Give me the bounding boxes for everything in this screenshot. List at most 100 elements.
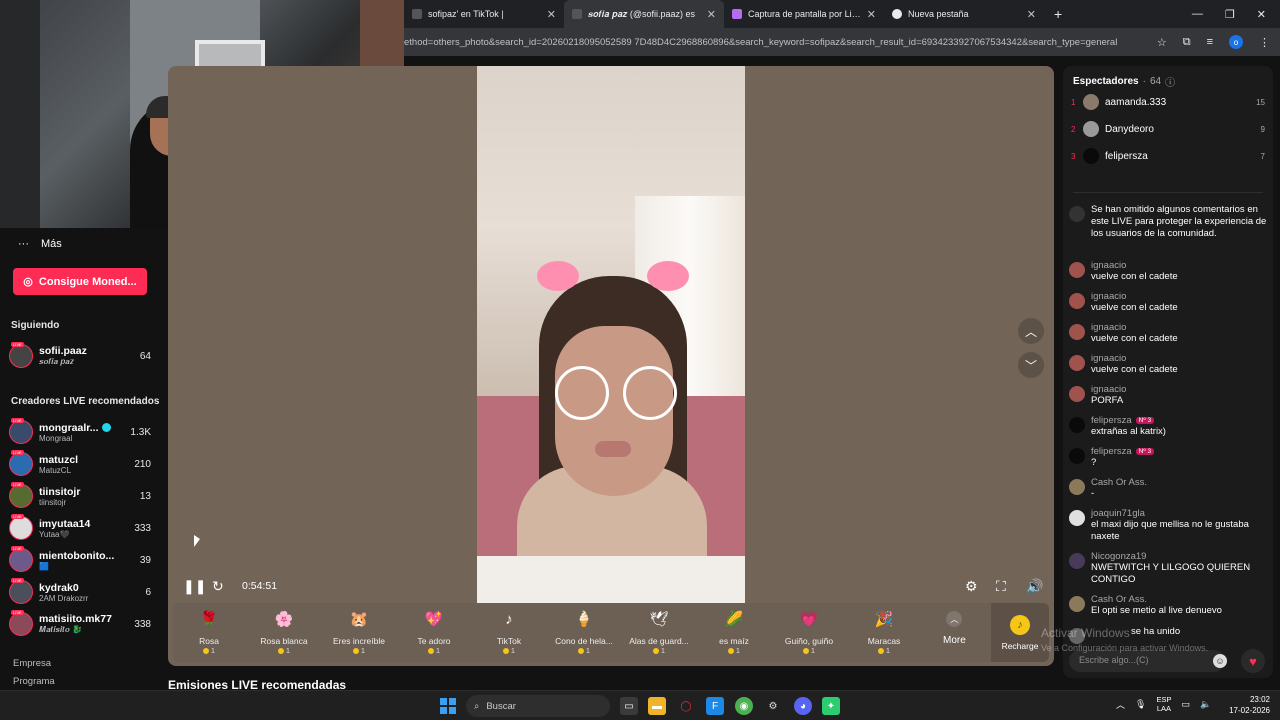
browser-tab[interactable]: Captura de pantalla por Lightsh ✕: [724, 0, 884, 28]
gift-name: Eres increíble: [333, 636, 385, 646]
chat-username[interactable]: Nicogonza19: [1091, 551, 1146, 562]
following-item[interactable]: LIVE sofii.paaz 𝒔𝒐𝒇𝒊𝒂 𝒑𝒂𝒛 64: [9, 342, 151, 370]
chat-username[interactable]: joaquin71gla: [1091, 508, 1145, 519]
browser-tab[interactable]: Nueva pestaña ✕: [884, 0, 1044, 28]
close-window-icon[interactable]: ✕: [1257, 8, 1266, 21]
url-field[interactable]: ethod=others_photo&search_id=20260218095…: [404, 37, 1147, 48]
recommended-creator-item[interactable]: LIVE imyutaa14 Yutaa🖤 333: [9, 514, 151, 542]
media-icon[interactable]: ≡: [1207, 36, 1213, 48]
profile-avatar-icon[interactable]: o: [1229, 35, 1243, 49]
opera-icon[interactable]: ◯: [677, 697, 695, 715]
chat-username[interactable]: felipersza: [1091, 415, 1132, 426]
app-green-icon[interactable]: ✦: [822, 697, 840, 715]
top-viewer-item[interactable]: 3 felipersza 7: [1071, 146, 1265, 166]
close-tab-icon[interactable]: ✕: [707, 8, 716, 21]
gift-item[interactable]: 🍦 Cono de hela... 1: [548, 607, 620, 659]
recommended-creator-item[interactable]: LIVE matuzcl MatuzCL 210: [9, 450, 151, 478]
previous-live-button[interactable]: ︿: [1018, 318, 1044, 344]
live-video[interactable]: [477, 66, 745, 603]
avatar[interactable]: [1069, 355, 1085, 371]
next-live-button[interactable]: ﹀: [1018, 352, 1044, 378]
close-tab-icon[interactable]: ✕: [1027, 8, 1036, 21]
minimize-icon[interactable]: —: [1192, 8, 1203, 21]
like-heart-button[interactable]: ♥: [1241, 649, 1265, 673]
chat-input[interactable]: Escribe algo...(C): [1069, 650, 1225, 672]
close-tab-icon[interactable]: ✕: [547, 8, 556, 21]
chat-username[interactable]: ignaacio: [1091, 291, 1126, 302]
top-viewer-item[interactable]: 1 aamanda.333 15: [1071, 92, 1265, 112]
avatar[interactable]: [1069, 596, 1085, 612]
avatar[interactable]: [1069, 553, 1085, 569]
gift-item[interactable]: 🌽 es maíz 1: [698, 607, 770, 659]
avatar: [1083, 94, 1099, 110]
tray-chevron-up-icon[interactable]: ︿: [1116, 698, 1125, 711]
pause-icon[interactable]: ❚❚: [183, 578, 206, 595]
chat-username[interactable]: felipersza: [1091, 446, 1132, 457]
maximize-icon[interactable]: ❐: [1225, 8, 1235, 21]
avatar[interactable]: [1069, 262, 1085, 278]
avatar[interactable]: [1069, 448, 1085, 464]
avatar[interactable]: [1069, 386, 1085, 402]
gift-item[interactable]: ♪ TikTok 1: [473, 607, 545, 659]
recommended-creator-item[interactable]: LIVE kydrak0 2AM Drakozrr 6: [9, 578, 151, 606]
steam-icon[interactable]: ⚙: [764, 697, 782, 715]
extensions-icon[interactable]: ⧉: [1183, 36, 1191, 49]
chat-username[interactable]: Cash Or Ass.: [1091, 477, 1147, 488]
task-view-icon[interactable]: ▭: [620, 697, 638, 715]
taskbar-search[interactable]: ⌕ Buscar: [466, 695, 610, 717]
footer-link-empresa[interactable]: Empresa: [13, 658, 51, 669]
language-indicator[interactable]: ESP LAA: [1156, 695, 1171, 713]
more-menu-item[interactable]: ··· Más: [18, 238, 62, 250]
recommended-creator-item[interactable]: LIVE mongraalr... Mongraal 1.3K: [9, 418, 151, 446]
gift-item[interactable]: 🐹 Eres increíble 1: [323, 607, 395, 659]
discord-icon[interactable]: ◕: [794, 697, 812, 715]
avatar[interactable]: [1069, 293, 1085, 309]
volume-icon[interactable]: 🔊: [1026, 578, 1043, 595]
recommended-creator-item[interactable]: LIVE tiinsitojr tiinsitojr 13: [9, 482, 151, 510]
avatar[interactable]: [1069, 510, 1085, 526]
recommended-creator-item[interactable]: LIVE mientobonito... 🟦 39: [9, 546, 151, 574]
gift-item[interactable]: 💖 Te adoro 1: [398, 607, 470, 659]
windows-start-icon[interactable]: [440, 698, 456, 714]
bookmark-star-icon[interactable]: ☆: [1157, 36, 1167, 49]
close-tab-icon[interactable]: ✕: [867, 8, 876, 21]
chat-username[interactable]: ignaacio: [1091, 322, 1126, 333]
verified-icon: [101, 423, 111, 433]
avatar[interactable]: [1069, 417, 1085, 433]
avatar[interactable]: [1069, 479, 1085, 495]
file-explorer-icon[interactable]: ▬: [648, 697, 666, 715]
chrome-icon[interactable]: ◉: [735, 697, 753, 715]
network-icon[interactable]: ▭: [1181, 699, 1190, 710]
viewers-header[interactable]: Espectadores · 64 ⓘ: [1073, 74, 1175, 89]
live-badge: LIVE: [11, 450, 24, 455]
footer-link-programa[interactable]: Programa: [13, 676, 55, 687]
more-gifts-button[interactable]: ︿ More: [943, 611, 966, 646]
speaker-icon[interactable]: 🔈: [1200, 699, 1211, 710]
chat-username[interactable]: ignaacio: [1091, 353, 1126, 364]
menu-kebab-icon[interactable]: ⋮: [1259, 36, 1270, 49]
chat-username[interactable]: Cash Or Ass.: [1091, 594, 1147, 605]
app-f-icon[interactable]: F: [706, 697, 724, 715]
chat-username[interactable]: ignaacio: [1091, 260, 1126, 271]
gift-item[interactable]: 🌸 Rosa blanca 1: [248, 607, 320, 659]
gift-item[interactable]: 🎉 Maracas 1: [848, 607, 920, 659]
fullscreen-icon[interactable]: ⛶: [996, 578, 1006, 595]
settings-gear-icon[interactable]: ⚙: [965, 578, 978, 595]
top-viewer-item[interactable]: 2 Danydeoro 9: [1071, 119, 1265, 139]
gift-item[interactable]: 💗 Guiño, guiño 1: [773, 607, 845, 659]
refresh-icon[interactable]: ↻: [212, 578, 224, 595]
heart-face-icon: 💖: [424, 611, 444, 628]
emoji-icon[interactable]: ☺: [1213, 654, 1227, 668]
taskbar-clock[interactable]: 23:02 17-02-2026: [1226, 694, 1270, 716]
chat-username[interactable]: ignaacio: [1091, 384, 1126, 395]
browser-tab-active[interactable]: 𝒔𝒐𝒇𝒊𝒂 𝒑𝒂𝒛 (@sofii.paaz) es ✕: [564, 0, 724, 28]
microphone-icon[interactable]: 🎙: [1135, 699, 1146, 710]
gift-item[interactable]: 🕊 Alas de guard... 1: [623, 607, 695, 659]
avatar[interactable]: [1069, 324, 1085, 340]
new-tab-button[interactable]: +: [1044, 6, 1072, 22]
get-coins-button[interactable]: ◎ Consigue Moned...: [13, 268, 147, 295]
recommended-creator-item[interactable]: LIVE matisiito.mk77 𝑴𝒂𝒕𝒊𝒔𝒊𝒕𝒐 🐉 338: [9, 610, 151, 638]
info-icon[interactable]: ⓘ: [1165, 74, 1175, 89]
browser-tab[interactable]: sofipaz' en TikTok | ✕: [404, 0, 564, 28]
gift-item[interactable]: 🌹 Rosa 1: [173, 607, 245, 659]
